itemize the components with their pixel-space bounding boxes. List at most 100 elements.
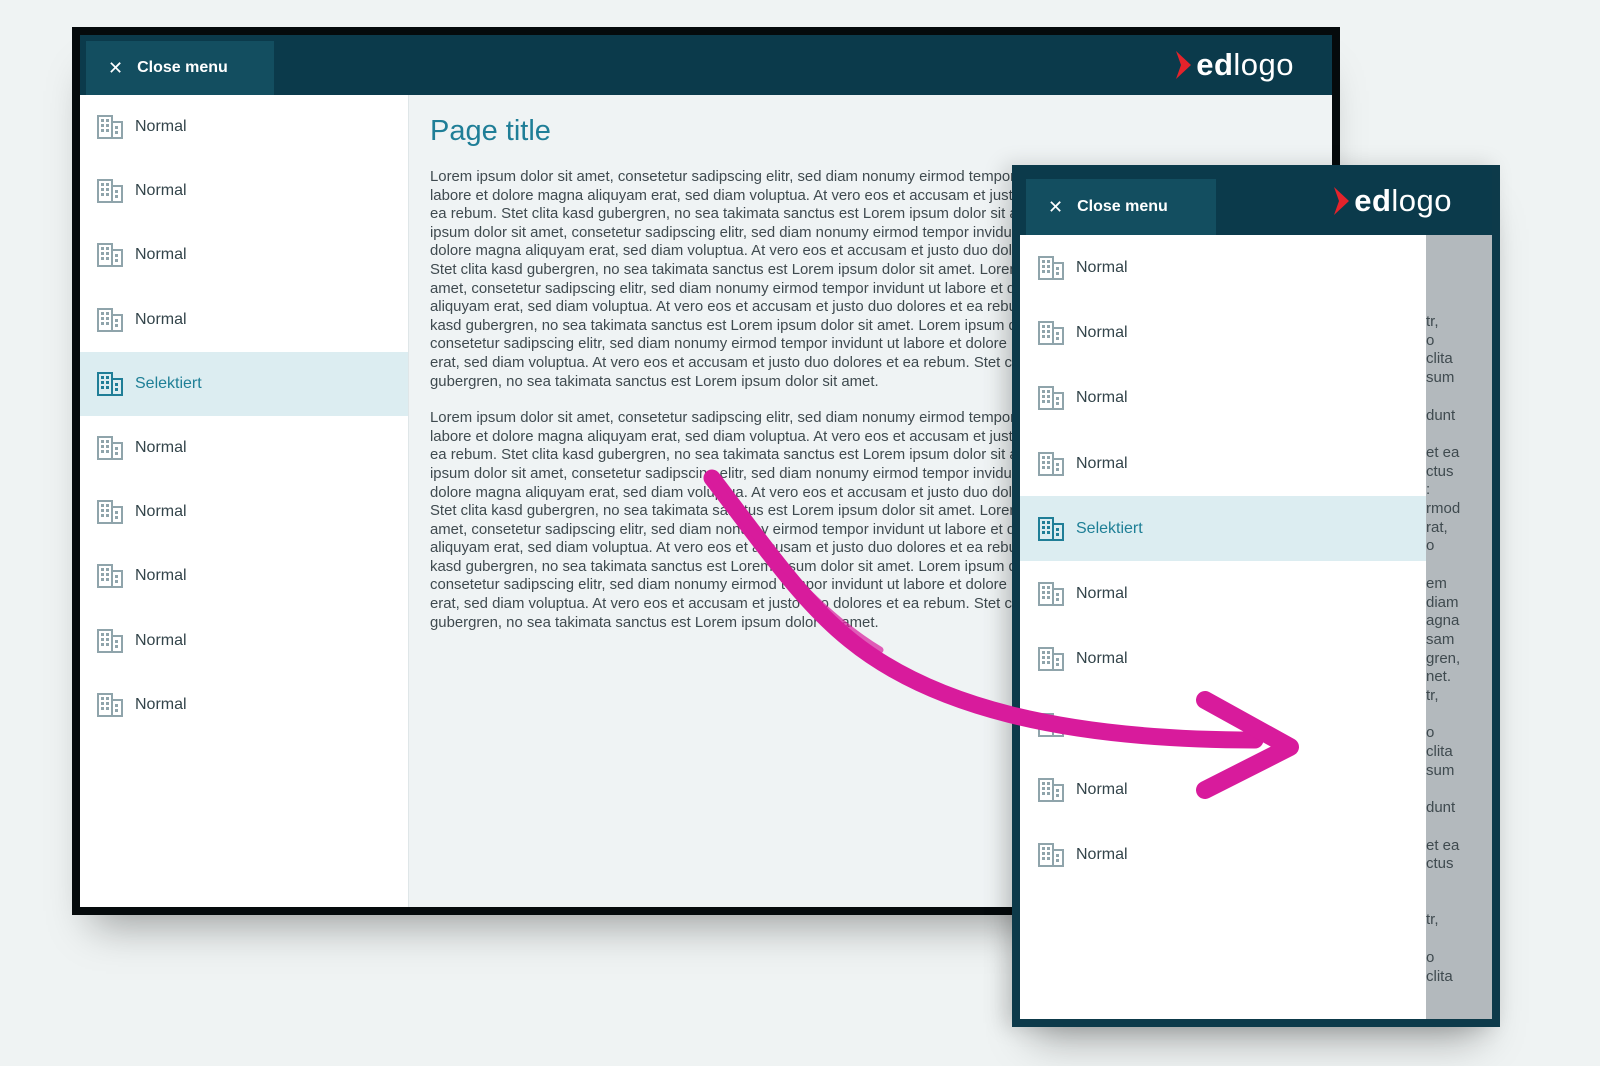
sidebar-item[interactable]: Normal bbox=[1020, 627, 1426, 692]
sidebar-item[interactable]: Normal bbox=[80, 673, 408, 737]
building-icon bbox=[1038, 843, 1064, 868]
overlay-text-fragment: o bbox=[1426, 948, 1435, 966]
building-icon bbox=[97, 436, 123, 461]
overlay-text-fragment: o bbox=[1426, 537, 1435, 555]
overlay-text-fragment: clita bbox=[1426, 350, 1453, 368]
sidebar-item-label: Normal bbox=[1076, 585, 1128, 603]
sidebar-item-label: Normal bbox=[1076, 454, 1128, 472]
header-bar: ✕ Close menu ed logo bbox=[1020, 165, 1492, 235]
sidebar-item-label: Normal bbox=[135, 567, 187, 585]
sidebar-item-selected[interactable]: Selektiert bbox=[80, 351, 408, 416]
overlay-text-fragment: sum bbox=[1426, 761, 1455, 779]
dimmed-content-overlay[interactable]: tr, o clita sum dunt et ea ctus: rmod rat, o em dia… bbox=[1426, 235, 1492, 1019]
sidebar-item-label: Normal bbox=[1076, 781, 1128, 799]
sidebar-menu: Normal Normal Normal Normal Selektiert Normal… bbox=[1020, 235, 1426, 1019]
sidebar-item[interactable]: Normal bbox=[1020, 300, 1426, 365]
overlay-text-fragment: tr, bbox=[1426, 911, 1439, 929]
building-icon bbox=[97, 115, 123, 140]
overlay-text-fragment: sum bbox=[1426, 369, 1455, 387]
mobile-window: ✕ Close menu ed logo Normal Normal Normal No… bbox=[1012, 165, 1500, 1027]
sidebar-item-label: Selektiert bbox=[135, 374, 202, 392]
sidebar-item[interactable]: Normal bbox=[80, 480, 408, 544]
building-icon bbox=[97, 628, 123, 653]
sidebar-item-label: Normal bbox=[1076, 389, 1128, 407]
sidebar-item-label: Normal bbox=[1076, 323, 1128, 341]
page-title: Page title bbox=[430, 115, 551, 147]
sidebar-item[interactable]: Normal bbox=[80, 95, 408, 159]
building-icon bbox=[97, 243, 123, 268]
close-menu-button[interactable]: ✕ Close menu bbox=[1026, 179, 1216, 235]
overlay-text-fragment: tr, bbox=[1426, 313, 1439, 330]
building-icon bbox=[1038, 320, 1064, 345]
close-menu-label: Close menu bbox=[137, 59, 228, 76]
sidebar-item[interactable]: Normal bbox=[80, 416, 408, 480]
building-icon bbox=[97, 371, 123, 396]
sidebar-item-label: Normal bbox=[1076, 846, 1128, 864]
sidebar-item-label: Normal bbox=[135, 118, 187, 136]
sidebar-item-label: Normal bbox=[135, 631, 187, 649]
sidebar-item[interactable]: Normal bbox=[1020, 235, 1426, 300]
sidebar-item[interactable]: Normal bbox=[1020, 823, 1426, 888]
overlay-text-fragment: ctus bbox=[1426, 855, 1454, 873]
overlay-text-fragment: et ea bbox=[1426, 443, 1460, 461]
building-icon bbox=[1038, 582, 1064, 607]
overlay-text-fragment: net. bbox=[1426, 668, 1452, 686]
overlay-text-fragment: o bbox=[1426, 724, 1435, 742]
sidebar-item-selected[interactable]: Selektiert bbox=[1020, 496, 1426, 562]
overlay-text-fragment: gren, bbox=[1426, 649, 1461, 667]
sidebar-item-label: Normal bbox=[135, 310, 187, 328]
sidebar-item-label: Selektiert bbox=[1076, 519, 1143, 537]
building-icon bbox=[1038, 255, 1064, 280]
sidebar-item[interactable]: Normal bbox=[80, 609, 408, 673]
sidebar-item[interactable] bbox=[1020, 692, 1426, 757]
overlay-text-fragment: rmod bbox=[1426, 500, 1461, 517]
sidebar-item[interactable]: Normal bbox=[80, 223, 408, 287]
overlay-text-fragment: ctus bbox=[1426, 462, 1454, 480]
overlay-text-fragment: sam bbox=[1426, 630, 1455, 648]
chevron-right-icon bbox=[1334, 187, 1350, 215]
close-menu-button[interactable]: ✕ Close menu bbox=[86, 41, 274, 95]
logo-text-regular: logo bbox=[1391, 183, 1452, 218]
overlay-text-fragment: : bbox=[1426, 481, 1431, 499]
building-icon bbox=[1038, 516, 1064, 541]
brand-logo[interactable]: ed logo bbox=[1174, 47, 1294, 83]
close-icon: ✕ bbox=[108, 58, 124, 78]
logo-text-bold: ed bbox=[1196, 47, 1234, 82]
building-icon bbox=[97, 692, 123, 717]
sidebar-item-label: Normal bbox=[135, 439, 187, 457]
overlay-text-fragment: dunt bbox=[1426, 799, 1456, 817]
overlay-text-fragment: clita bbox=[1426, 967, 1453, 985]
sidebar-item[interactable]: Normal bbox=[1020, 366, 1426, 431]
overlay-text-fragment: o bbox=[1426, 331, 1435, 349]
overlay-text-fragment: rat, bbox=[1426, 518, 1448, 536]
building-icon bbox=[1038, 647, 1064, 672]
sidebar-item-label: Normal bbox=[1076, 258, 1128, 276]
logo-text-bold: ed bbox=[1354, 183, 1392, 218]
sidebar-item-label: Normal bbox=[135, 246, 187, 264]
building-icon bbox=[1038, 778, 1064, 803]
sidebar-item-label: Normal bbox=[135, 503, 187, 521]
logo-text-regular: logo bbox=[1233, 47, 1294, 82]
close-icon: ✕ bbox=[1048, 197, 1064, 217]
sidebar-item-label: Normal bbox=[135, 182, 187, 200]
sidebar-item[interactable]: Normal bbox=[1020, 431, 1426, 496]
sidebar-item[interactable]: Normal bbox=[80, 544, 408, 608]
building-icon bbox=[1038, 386, 1064, 411]
brand-logo[interactable]: ed logo bbox=[1332, 183, 1452, 219]
sidebar-item[interactable]: Normal bbox=[1020, 757, 1426, 822]
overlay-text-fragment: dunt bbox=[1426, 406, 1456, 424]
sidebar-item-label: Normal bbox=[1076, 650, 1128, 668]
building-icon bbox=[97, 307, 123, 332]
overlay-text-fragment: diam bbox=[1426, 593, 1459, 611]
sidebar-item[interactable]: Normal bbox=[1020, 561, 1426, 626]
building-icon bbox=[1038, 451, 1064, 476]
overlay-text-fragment: tr, bbox=[1426, 687, 1439, 704]
sidebar-item[interactable]: Normal bbox=[80, 159, 408, 223]
overlay-text-fragment: clita bbox=[1426, 743, 1453, 761]
sidebar-item[interactable]: Normal bbox=[80, 288, 408, 352]
close-menu-label: Close menu bbox=[1077, 198, 1168, 215]
building-icon bbox=[97, 564, 123, 589]
building-icon bbox=[97, 500, 123, 525]
sidebar-menu: Normal Normal Normal Normal Selektiert Normal… bbox=[80, 95, 409, 907]
building-icon bbox=[1038, 712, 1064, 737]
